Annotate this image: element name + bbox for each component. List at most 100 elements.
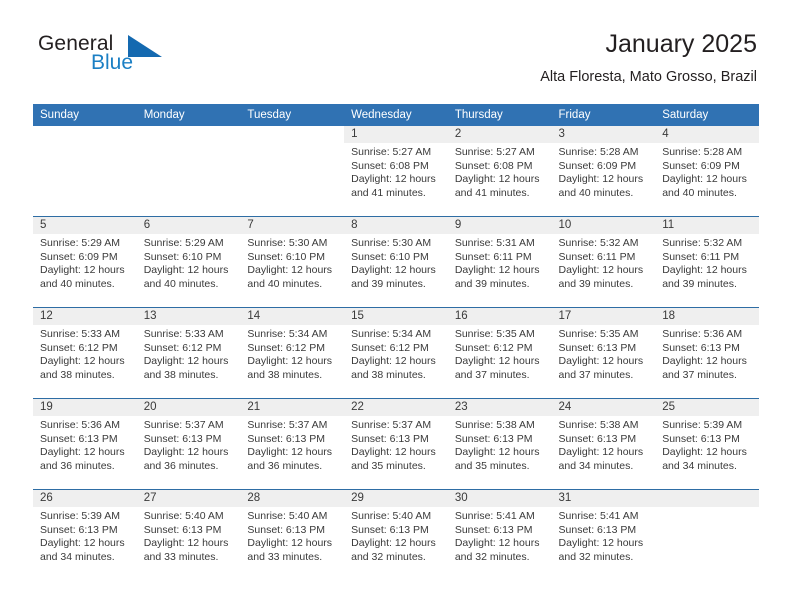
sunset-text: Sunset: 6:09 PM xyxy=(40,250,118,263)
day-number: 27 xyxy=(136,490,241,507)
calendar-cell: 26 Sunrise: 5:39 AM Sunset: 6:13 PM Dayligh… xyxy=(33,489,137,580)
calendar-cell: 9 Sunrise: 5:31 AM Sunset: 6:11 PM Daylight… xyxy=(447,216,552,308)
day-number: 15 xyxy=(344,308,448,325)
calendar-day[interactable]: 14 Sunrise: 5:34 AM Sunset: 6:12 PM Dayligh… xyxy=(240,308,345,398)
sunset-text: Sunset: 6:11 PM xyxy=(662,250,740,263)
calendar-day[interactable]: 23 Sunrise: 5:38 AM Sunset: 6:13 PM Dayligh… xyxy=(447,399,552,489)
day-details: Sunrise: 5:28 AM Sunset: 6:09 PM Daylight:… xyxy=(655,143,759,200)
day-details: Sunrise: 5:27 AM Sunset: 6:08 PM Daylight:… xyxy=(448,143,552,200)
calendar-day[interactable]: 9 Sunrise: 5:31 AM Sunset: 6:11 PM Daylight… xyxy=(447,217,552,307)
calendar-day[interactable]: 18 Sunrise: 5:36 AM Sunset: 6:13 PM Dayligh… xyxy=(655,308,759,398)
calendar-day[interactable]: 24 Sunrise: 5:38 AM Sunset: 6:13 PM Dayligh… xyxy=(551,399,656,489)
calendar-week-row: 12 Sunrise: 5:33 AM Sunset: 6:12 PM Dayligh… xyxy=(33,307,759,399)
sunset-text: Sunset: 6:13 PM xyxy=(247,523,326,536)
sunrise-text: Sunrise: 5:34 AM xyxy=(351,328,432,340)
weekday-header-thursday: Thursday xyxy=(447,104,552,126)
daylight-text: Daylight: 12 hours and 36 minutes. xyxy=(143,446,229,472)
weekday-header-monday: Monday xyxy=(136,104,241,126)
calendar-cell: 16 Sunrise: 5:35 AM Sunset: 6:12 PM Dayligh… xyxy=(447,307,552,399)
calendar-cell: 30 Sunrise: 5:41 AM Sunset: 6:13 PM Dayligh… xyxy=(447,489,552,580)
sunrise-text: Sunrise: 5:27 AM xyxy=(351,146,432,158)
calendar-cell: 7 Sunrise: 5:30 AM Sunset: 6:10 PM Daylight… xyxy=(240,216,345,308)
sunrise-text: Sunrise: 5:27 AM xyxy=(454,146,535,158)
calendar-day[interactable]: 4 Sunrise: 5:28 AM Sunset: 6:09 PM Daylight… xyxy=(655,126,759,216)
calendar-day[interactable]: 19 Sunrise: 5:36 AM Sunset: 6:13 PM Dayligh… xyxy=(33,399,137,489)
daylight-text: Daylight: 12 hours and 35 minutes. xyxy=(351,446,436,472)
day-details: Sunrise: 5:30 AM Sunset: 6:10 PM Daylight:… xyxy=(240,234,344,291)
calendar-cell: 10 Sunrise: 5:32 AM Sunset: 6:11 PM Dayligh… xyxy=(551,216,656,308)
sunrise-text: Sunrise: 5:40 AM xyxy=(143,510,224,522)
sunset-text: Sunset: 6:12 PM xyxy=(351,341,429,354)
calendar-cell: 6 Sunrise: 5:29 AM Sunset: 6:10 PM Daylight… xyxy=(136,216,241,308)
calendar-day[interactable]: 29 Sunrise: 5:40 AM Sunset: 6:13 PM Dayligh… xyxy=(344,490,448,580)
calendar-day[interactable]: 3 Sunrise: 5:28 AM Sunset: 6:09 PM Daylight… xyxy=(551,126,656,216)
calendar-cell: 12 Sunrise: 5:33 AM Sunset: 6:12 PM Dayligh… xyxy=(33,307,137,399)
calendar-cell: 8 Sunrise: 5:30 AM Sunset: 6:10 PM Daylight… xyxy=(344,216,448,308)
calendar-day-empty xyxy=(136,126,241,216)
day-details: Sunrise: 5:41 AM Sunset: 6:13 PM Daylight:… xyxy=(552,507,656,564)
day-details: Sunrise: 5:30 AM Sunset: 6:10 PM Daylight:… xyxy=(344,234,448,291)
calendar-table: Sunday Monday Tuesday Wednesday Thursday… xyxy=(33,104,759,580)
weekday-header-row: Sunday Monday Tuesday Wednesday Thursday… xyxy=(33,104,759,126)
calendar-day[interactable]: 7 Sunrise: 5:30 AM Sunset: 6:10 PM Daylight… xyxy=(240,217,345,307)
calendar-day[interactable]: 13 Sunrise: 5:33 AM Sunset: 6:12 PM Dayligh… xyxy=(136,308,241,398)
sunrise-text: Sunrise: 5:35 AM xyxy=(558,328,639,340)
calendar-day[interactable]: 8 Sunrise: 5:30 AM Sunset: 6:10 PM Daylight… xyxy=(344,217,448,307)
day-number: 28 xyxy=(240,490,345,507)
calendar-day[interactable]: 2 Sunrise: 5:27 AM Sunset: 6:08 PM Daylight… xyxy=(447,126,552,216)
calendar-day[interactable]: 26 Sunrise: 5:39 AM Sunset: 6:13 PM Dayligh… xyxy=(33,490,137,580)
day-details: Sunrise: 5:29 AM Sunset: 6:09 PM Daylight:… xyxy=(33,234,137,291)
calendar-grid: Sunday Monday Tuesday Wednesday Thursday… xyxy=(33,104,759,580)
calendar-cell: 21 Sunrise: 5:37 AM Sunset: 6:13 PM Dayligh… xyxy=(240,398,345,490)
day-details: Sunrise: 5:34 AM Sunset: 6:12 PM Daylight:… xyxy=(344,325,448,382)
calendar-day[interactable]: 25 Sunrise: 5:39 AM Sunset: 6:13 PM Dayligh… xyxy=(655,399,759,489)
calendar-day[interactable]: 10 Sunrise: 5:32 AM Sunset: 6:11 PM Dayligh… xyxy=(551,217,656,307)
calendar-cell: 31 Sunrise: 5:41 AM Sunset: 6:13 PM Dayligh… xyxy=(551,489,656,580)
daylight-text: Daylight: 12 hours and 38 minutes. xyxy=(247,355,333,381)
calendar-day[interactable]: 21 Sunrise: 5:37 AM Sunset: 6:13 PM Dayligh… xyxy=(240,399,345,489)
calendar-day[interactable] xyxy=(655,490,759,580)
brand-logo[interactable]: General Blue xyxy=(33,32,243,88)
sunrise-text: Sunrise: 5:30 AM xyxy=(351,237,432,249)
day-number: 18 xyxy=(655,308,759,325)
sunset-text: Sunset: 6:13 PM xyxy=(143,523,222,536)
day-number: 12 xyxy=(33,308,137,325)
sunset-text: Sunset: 6:13 PM xyxy=(454,523,533,536)
calendar-day[interactable]: 17 Sunrise: 5:35 AM Sunset: 6:13 PM Dayligh… xyxy=(551,308,656,398)
calendar-day[interactable]: 12 Sunrise: 5:33 AM Sunset: 6:12 PM Dayligh… xyxy=(33,308,137,398)
daylight-text: Daylight: 12 hours and 38 minutes. xyxy=(143,355,229,381)
calendar-day[interactable]: 11 Sunrise: 5:32 AM Sunset: 6:11 PM Dayligh… xyxy=(655,217,759,307)
daylight-text: Daylight: 12 hours and 32 minutes. xyxy=(558,537,644,563)
calendar-day[interactable]: 15 Sunrise: 5:34 AM Sunset: 6:12 PM Dayligh… xyxy=(344,308,448,398)
daylight-text: Daylight: 12 hours and 40 minutes. xyxy=(662,173,747,199)
sunrise-text: Sunrise: 5:38 AM xyxy=(558,419,639,431)
sunrise-text: Sunrise: 5:28 AM xyxy=(558,146,639,158)
day-details: Sunrise: 5:37 AM Sunset: 6:13 PM Daylight:… xyxy=(137,416,241,473)
sunrise-text: Sunrise: 5:39 AM xyxy=(662,419,743,431)
daylight-text: Daylight: 12 hours and 34 minutes. xyxy=(662,446,747,472)
sunrise-text: Sunrise: 5:41 AM xyxy=(558,510,639,522)
day-number: 31 xyxy=(551,490,656,507)
calendar-day[interactable]: 22 Sunrise: 5:37 AM Sunset: 6:13 PM Dayligh… xyxy=(344,399,448,489)
calendar-day[interactable]: 16 Sunrise: 5:35 AM Sunset: 6:12 PM Dayligh… xyxy=(447,308,552,398)
sunset-text: Sunset: 6:09 PM xyxy=(558,159,637,172)
calendar-cell: 1 Sunrise: 5:27 AM Sunset: 6:08 PM Daylight… xyxy=(344,126,448,217)
sunrise-text: Sunrise: 5:36 AM xyxy=(40,419,120,431)
calendar-day[interactable]: 27 Sunrise: 5:40 AM Sunset: 6:13 PM Dayligh… xyxy=(136,490,241,580)
sunrise-text: Sunrise: 5:32 AM xyxy=(662,237,743,249)
sunset-text: Sunset: 6:13 PM xyxy=(351,523,429,536)
calendar-day[interactable]: 31 Sunrise: 5:41 AM Sunset: 6:13 PM Dayligh… xyxy=(551,490,656,580)
daylight-text: Daylight: 12 hours and 41 minutes. xyxy=(454,173,540,199)
day-number: 10 xyxy=(551,217,656,234)
calendar-day[interactable]: 30 Sunrise: 5:41 AM Sunset: 6:13 PM Dayligh… xyxy=(447,490,552,580)
sunrise-text: Sunrise: 5:37 AM xyxy=(247,419,328,431)
title-block: January 2025 Alta Floresta, Mato Grosso,… xyxy=(540,28,757,88)
sunset-text: Sunset: 6:09 PM xyxy=(662,159,740,172)
calendar-day[interactable]: 6 Sunrise: 5:29 AM Sunset: 6:10 PM Daylight… xyxy=(136,217,241,307)
calendar-day[interactable]: 5 Sunrise: 5:29 AM Sunset: 6:09 PM Daylight… xyxy=(33,217,137,307)
calendar-cell: 4 Sunrise: 5:28 AM Sunset: 6:09 PM Daylight… xyxy=(655,126,759,217)
calendar-day[interactable]: 28 Sunrise: 5:40 AM Sunset: 6:13 PM Dayligh… xyxy=(240,490,345,580)
calendar-day[interactable]: 20 Sunrise: 5:37 AM Sunset: 6:13 PM Dayligh… xyxy=(136,399,241,489)
calendar-day[interactable]: 1 Sunrise: 5:27 AM Sunset: 6:08 PM Daylight… xyxy=(344,126,448,216)
day-details: Sunrise: 5:28 AM Sunset: 6:09 PM Daylight:… xyxy=(552,143,656,200)
